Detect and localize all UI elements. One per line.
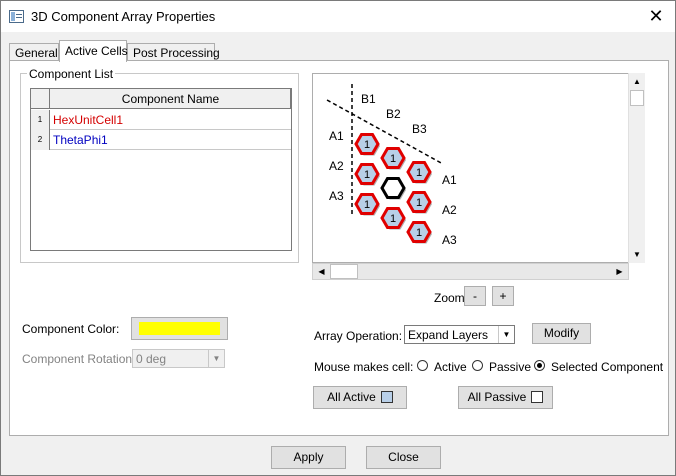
tab-active-cells[interactable]: Active Cells bbox=[59, 40, 128, 62]
hex-cell-empty[interactable] bbox=[380, 177, 406, 199]
all-passive-button[interactable]: All Passive bbox=[458, 386, 553, 409]
a-left-label: A2 bbox=[329, 159, 344, 173]
table-row[interactable]: 1 HexUnitCell1 bbox=[31, 110, 291, 130]
array-operation-label: Array Operation: bbox=[314, 329, 403, 343]
apply-button[interactable]: Apply bbox=[271, 446, 346, 469]
all-active-button[interactable]: All Active bbox=[313, 386, 407, 409]
row-number: 1 bbox=[31, 110, 50, 130]
grid-header: Component Name bbox=[31, 89, 291, 109]
hex-cell-value: 1 bbox=[390, 213, 396, 225]
hex-cell-value: 1 bbox=[416, 197, 422, 209]
component-color-button[interactable] bbox=[131, 317, 228, 340]
component-color-swatch bbox=[139, 322, 220, 335]
radio-active[interactable] bbox=[417, 360, 428, 371]
row-number: 2 bbox=[31, 130, 50, 150]
b-label: B2 bbox=[386, 107, 401, 121]
close-button[interactable]: Close bbox=[366, 446, 441, 469]
all-active-label: All Active bbox=[327, 390, 376, 404]
passive-swatch bbox=[531, 391, 544, 403]
array-operation-value: Expand Layers bbox=[408, 328, 489, 342]
hex-cell-value: 1 bbox=[364, 139, 370, 151]
chevron-down-icon: ▼ bbox=[208, 350, 224, 367]
b-label: B1 bbox=[361, 92, 376, 106]
a-right-label: A1 bbox=[442, 173, 457, 187]
a-right-label: A3 bbox=[442, 233, 457, 247]
column-header-component-name[interactable]: Component Name bbox=[51, 89, 291, 109]
hex-cell-value: 1 bbox=[364, 199, 370, 211]
component-rotation-label: Component Rotation: bbox=[22, 352, 136, 366]
radio-passive[interactable] bbox=[472, 360, 483, 371]
hex-cell-value: 1 bbox=[416, 227, 422, 239]
component-color-label: Component Color: bbox=[22, 322, 120, 336]
component-list-label: Component List bbox=[27, 67, 116, 81]
component-name-cell[interactable]: HexUnitCell1 bbox=[53, 110, 123, 130]
hex-cell-value: 1 bbox=[416, 167, 422, 179]
scroll-left-arrow-icon[interactable]: ◀ bbox=[313, 264, 330, 279]
hex-cell-value: 1 bbox=[390, 153, 396, 165]
b-label: B3 bbox=[412, 122, 427, 136]
tab-post-processing[interactable]: Post Processing bbox=[127, 43, 220, 61]
component-name-cell[interactable]: ThetaPhi1 bbox=[53, 130, 108, 150]
horizontal-scroll-thumb[interactable] bbox=[330, 264, 358, 279]
array-diagram-svg[interactable]: B1 B2 B3 A1 A2 A3 A1 A2 A3 1 1 1 1 1 1 1 1 bbox=[313, 74, 645, 263]
a-right-label: A2 bbox=[442, 203, 457, 217]
radio-passive-label[interactable]: Passive bbox=[489, 360, 531, 374]
scroll-up-arrow-icon[interactable]: ▲ bbox=[629, 73, 645, 90]
radio-active-label[interactable]: Active bbox=[434, 360, 467, 374]
window-title: 3D Component Array Properties bbox=[31, 9, 216, 24]
zoom-label: Zoom bbox=[434, 291, 465, 305]
all-passive-label: All Passive bbox=[467, 390, 527, 404]
title-bar: 3D Component Array Properties ✕ bbox=[1, 1, 675, 32]
radio-selected-component-label[interactable]: Selected Component bbox=[551, 360, 663, 374]
radio-selected-component[interactable] bbox=[534, 360, 545, 371]
a-left-label: A1 bbox=[329, 129, 344, 143]
diagram-vertical-scrollbar[interactable]: ▲ ▼ bbox=[628, 73, 645, 263]
array-operation-select[interactable]: Expand Layers ▼ bbox=[404, 325, 515, 344]
tab-general[interactable]: General bbox=[9, 43, 59, 61]
active-swatch bbox=[380, 391, 393, 403]
array-diagram-canvas[interactable]: B1 B2 B3 A1 A2 A3 A1 A2 A3 1 1 1 1 1 1 1 1 bbox=[312, 73, 645, 263]
scroll-down-arrow-icon[interactable]: ▼ bbox=[629, 246, 645, 263]
app-icon bbox=[9, 10, 24, 23]
component-rotation-select: 0 deg ▼ bbox=[132, 349, 225, 368]
table-row[interactable]: 2 ThetaPhi1 bbox=[31, 130, 291, 150]
grid-corner bbox=[31, 89, 50, 109]
a-left-label: A3 bbox=[329, 189, 344, 203]
mouse-mode-label: Mouse makes cell: bbox=[314, 360, 414, 374]
component-grid: Component Name 1 HexUnitCell1 2 ThetaPhi… bbox=[30, 88, 292, 251]
zoom-out-button[interactable]: - bbox=[464, 286, 486, 306]
chevron-down-icon[interactable]: ▼ bbox=[498, 326, 514, 343]
close-window-button[interactable]: ✕ bbox=[643, 5, 669, 27]
hex-cell-value: 1 bbox=[364, 169, 370, 181]
component-rotation-value: 0 deg bbox=[136, 352, 167, 366]
vertical-scroll-thumb[interactable] bbox=[630, 90, 644, 106]
scroll-right-arrow-icon[interactable]: ▶ bbox=[611, 264, 628, 279]
modify-button[interactable]: Modify bbox=[532, 323, 591, 344]
diagram-horizontal-scrollbar[interactable]: ◀ ▶ bbox=[312, 263, 629, 280]
zoom-in-button[interactable]: + bbox=[492, 286, 514, 306]
dialog-window: 3D Component Array Properties ✕ General … bbox=[0, 0, 676, 476]
